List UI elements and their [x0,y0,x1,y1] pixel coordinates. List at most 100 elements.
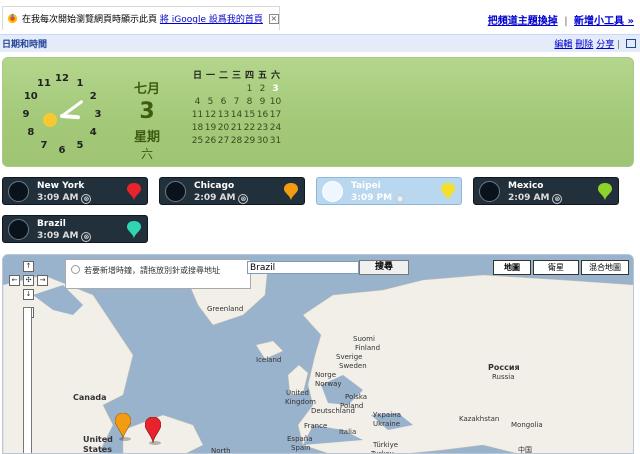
calendar-day: 29 [243,136,256,146]
calendar-weekday: 四 [244,71,254,81]
add-gadget-link[interactable]: 新增小工具 » [574,16,634,27]
calendar-day: 25 [191,136,204,146]
map-label: Greenland [207,305,244,313]
top-bar: 在我每次開始瀏覽網頁時顯示此頁 將 iGoogle 設爲我的首頁 × 把頻道主題… [0,0,640,34]
city-clock[interactable]: New York 3:09 AM ⊗ [2,177,148,205]
map-label: Turkey [371,450,394,454]
clock-number: 10 [23,91,38,102]
calendar-week-row: 25 26 27 28 29 30 31 [191,135,295,148]
calendar-weekday: 五 [257,71,267,81]
remove-icon[interactable]: ⊗ [395,194,406,204]
city-clock[interactable]: Mexico 2:09 AM ⊗ [473,177,619,205]
map-label: Ukraine [373,420,401,428]
city-clock[interactable]: Chicago 2:09 AM ⊗ [159,177,305,205]
clock-number: 1 [76,77,84,89]
city-name: Brazil [37,219,66,229]
change-theme-link[interactable]: 把頻道主題換掉 [488,16,558,27]
clock-number: 4 [89,127,97,138]
delete-link[interactable]: 刪除 [575,40,593,50]
map-label: Украіна [373,411,402,419]
pan-right-button[interactable]: → [37,275,48,286]
clock-number: 9 [22,109,30,120]
calendar-day: 1 [246,84,253,94]
city-clock[interactable]: Taipei 3:09 PM ⊗ [316,177,462,205]
calendar-day: 19 [204,123,217,133]
remove-icon[interactable]: ⊗ [552,194,563,204]
map-type-controls: 地圖 衛星 混合地圖 [491,260,629,275]
calendar-day: 10 [269,97,282,107]
calendar-day: 18 [191,123,204,133]
map-label: Türkiye [373,441,399,449]
calendar-day: 12 [204,110,217,120]
zoom-slider[interactable] [23,307,32,453]
calendar-day: 13 [217,110,230,120]
map-label: Russia [492,373,515,381]
city-name: New York [37,181,85,191]
calendar-day: 14 [230,110,243,120]
igoogle-icon [7,13,18,24]
map-search-button[interactable]: 搜尋 [359,260,409,275]
map-hint-text: 若要新增時鐘，請拖放別針或搜尋地址 [84,266,220,275]
city-name: Taipei [351,181,381,191]
map-type-satellite[interactable]: 衛星 [533,260,579,275]
new-york-map-pin[interactable] [145,417,161,445]
map-label: Italia [339,428,357,436]
calendar-day: 26 [204,136,217,146]
datetime-panel: 12 1 2 3 4 5 6 7 8 9 10 11 七月 3 星期 六 日一二三四五六1234567… [2,57,634,167]
city-time: 3:09 PM [351,193,393,203]
moon-icon [165,181,186,202]
top-links: 把頻道主題換掉 | 新增小工具 » [487,16,634,27]
city-time: 3:09 AM [37,231,79,241]
map-label: Canada [73,393,107,402]
calendar-week-row: 11 12 13 14 15 16 17 [191,109,295,122]
pan-down-button[interactable]: ↓ [23,289,34,300]
clock-number: 8 [27,127,35,138]
calendar-day: 4 [194,97,201,107]
calendar-day [230,83,243,96]
map-label: Kazakhstan [459,415,500,423]
calendar-day [204,83,217,96]
clock-number: 11 [37,77,51,89]
calendar-weekday: 三 [231,71,241,81]
remove-icon[interactable]: ⊗ [81,232,92,242]
popout-icon[interactable] [626,39,636,48]
map-search-input[interactable] [247,261,359,274]
map-label: North [211,447,231,454]
map-label: Spain [291,444,311,452]
close-icon[interactable]: × [268,13,279,24]
pan-center-button[interactable]: ✣ [23,275,34,286]
calendar-day: 2 [259,84,266,94]
city-pin-icon [598,183,612,201]
map-label: Norge [315,371,337,379]
map-label: Norway [315,380,342,388]
city-clock[interactable]: Brazil 3:09 AM ⊗ [2,215,148,243]
map-label: France [304,422,328,430]
edit-link[interactable]: 編輯 [554,40,572,50]
world-map[interactable]: Greenland Iceland Suomi Finland Sverige Swede… [2,254,634,454]
month-label: 七月 [133,82,160,97]
calendar-day: 9 [259,97,266,107]
day-number: 3 [139,99,155,124]
share-link[interactable]: 分享 [596,40,614,50]
calendar-day [191,83,204,96]
notice-text: 在我每次開始瀏覽網頁時顯示此頁 [22,15,158,25]
remove-icon[interactable]: ⊗ [81,194,92,204]
homepage-notice: 在我每次開始瀏覽網頁時顯示此頁 將 iGoogle 設爲我的首頁 × [2,6,280,30]
map-label: States [83,445,112,454]
chicago-map-pin[interactable] [115,413,131,441]
pan-left-button[interactable]: ← [9,275,20,286]
pan-up-button[interactable]: ↑ [23,261,34,272]
set-homepage-link[interactable]: 將 iGoogle 設爲我的首頁 [160,12,263,25]
moon-icon [8,181,29,202]
date-display: 七月 3 星期 六 [123,78,171,162]
weekday-label: 六 [140,147,153,161]
calendar-week-row: 123 [191,83,295,96]
map-label: Sweden [339,362,367,370]
calendar-day [217,83,230,96]
map-type-map[interactable]: 地圖 [493,260,531,275]
calendar-header-row: 日一二三四五六 [191,70,295,83]
map-type-hybrid[interactable]: 混合地圖 [581,260,629,275]
week-label: 星期 [133,130,160,145]
clock-number: 2 [89,91,97,102]
remove-icon[interactable]: ⊗ [238,194,249,204]
